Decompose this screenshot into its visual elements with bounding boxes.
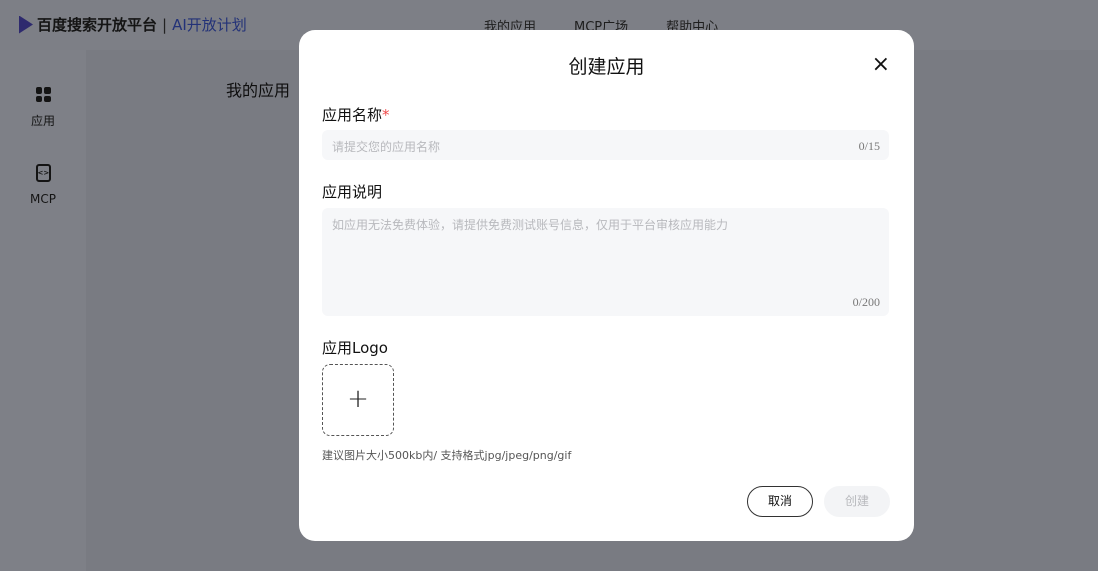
app-name-label-text: 应用名称 [322,106,383,124]
logo-upload-button[interactable]: + [322,364,394,436]
cancel-button[interactable]: 取消 [747,486,813,517]
brand-logo[interactable]: 百度搜索开放平台 | AI开放计划 [19,14,247,35]
grid-icon [35,87,51,102]
sidebar-item-label: MCP [30,192,56,206]
close-icon[interactable]: × [872,54,890,76]
sidebar-item-mcp[interactable]: <> MCP [0,164,86,206]
logo-icon [19,15,33,34]
app-logo-label: 应用Logo [322,339,388,357]
brand-name: 百度搜索开放平台 [37,16,158,34]
code-file-icon: <> [35,164,51,182]
app-name-label: 应用名称* [322,104,390,125]
app-desc-count: 0/200 [852,295,880,309]
dialog-title: 创建应用 [568,56,645,78]
app-desc-placeholder: 如应用无法免费体验，请提供免费测试账号信息，仅用于平台审核应用能力 [332,218,729,232]
brand-separator: | [162,15,168,34]
sidebar: 应用 <> MCP [0,50,86,571]
sidebar-item-apps[interactable]: 应用 [0,87,86,129]
page-title: 我的应用 [226,81,291,100]
logo-hint: 建议图片大小500kb内/ 支持格式jpg/jpeg/png/gif [322,449,572,462]
app-name-count: 0/15 [858,139,880,153]
create-button[interactable]: 创建 [824,486,890,517]
brand-sub: AI开放计划 [172,16,247,34]
create-app-dialog: 创建应用 × 应用名称* 请提交您的应用名称 0/15 应用说明 如应用无法免费… [299,30,914,541]
app-name-placeholder: 请提交您的应用名称 [332,140,441,154]
app-desc-textarea[interactable]: 如应用无法免费体验，请提供免费测试账号信息，仅用于平台审核应用能力 0/200 [322,208,889,316]
app-desc-label: 应用说明 [322,183,383,201]
app-name-input[interactable]: 请提交您的应用名称 0/15 [322,130,889,160]
required-mark: * [382,106,390,124]
plus-icon: + [347,384,369,414]
sidebar-item-label: 应用 [30,114,55,128]
